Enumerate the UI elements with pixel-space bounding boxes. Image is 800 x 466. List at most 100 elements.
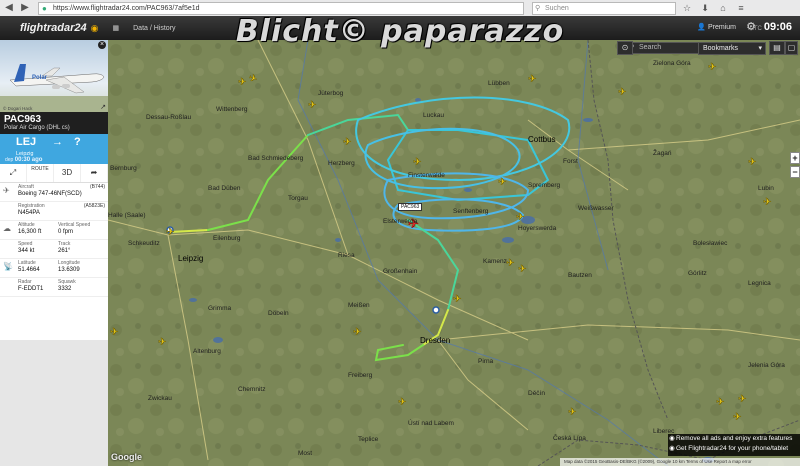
svg-text:✈: ✈	[516, 212, 524, 223]
close-icon[interactable]: ×	[98, 41, 106, 49]
radar-value: F-EDDT1	[18, 286, 44, 292]
svg-text:✈: ✈	[398, 397, 406, 408]
callsign-box: PAC963 Polar Air Cargo (DHL cs)	[0, 112, 108, 134]
forward-arrow-icon[interactable]: ▶	[18, 2, 32, 14]
utc-clock: UTC 09:06	[750, 21, 792, 33]
svg-text:✈: ✈	[238, 77, 246, 88]
radar-row: Radar F-EDDT1 Squawk 3332	[0, 278, 108, 297]
aircraft-row: ✈ Aircraft (B744) Boeing 747-46NF(SCD)	[0, 183, 108, 202]
city-label: Bad Schmiedeberg	[248, 155, 304, 162]
layers-icon[interactable]: ▤	[769, 41, 785, 55]
premium-label: Premium	[707, 24, 736, 31]
aircraft-photo[interactable]: Polar × © Dogari Hack ↗	[0, 40, 108, 112]
external-link-icon[interactable]: ↗	[100, 103, 106, 111]
city-label: Ústí nad Labem	[408, 420, 454, 427]
bookmarks-button[interactable]: Bookmarks ▾	[698, 42, 766, 55]
photo-credit: © Dogari Hack	[3, 106, 33, 111]
app-top-bar: flightradar24 ◉ ▦ Data / History 👤 Premi…	[0, 16, 800, 40]
zoom-in-button[interactable]: +	[790, 152, 800, 164]
promo-box[interactable]: ◉ Remove all ads and enjoy extra features…	[668, 434, 800, 456]
premium-link[interactable]: 👤 Premium	[697, 23, 736, 31]
google-logo: Google	[111, 452, 142, 462]
utc-label: UTC	[749, 26, 762, 32]
aircraft-photo-image: Polar	[0, 64, 108, 112]
fullscreen-icon[interactable]: ▢	[785, 41, 798, 55]
city-label: Forst	[563, 158, 578, 165]
squawk-value: 3332	[58, 286, 72, 292]
airline-name: Polar Air Cargo (DHL cs)	[4, 125, 70, 131]
svg-text:✈: ✈	[453, 294, 461, 305]
svg-text:✈: ✈	[518, 264, 526, 275]
home-icon[interactable]: ⌂	[716, 3, 730, 13]
longitude-label: Longitude	[58, 260, 80, 266]
route-arrow-icon: →	[52, 136, 63, 148]
aircraft-type: Boeing 747-46NF(SCD)	[18, 191, 82, 197]
registration-label: Registration	[18, 203, 45, 209]
flight-callsign-label[interactable]: PAC963	[398, 203, 423, 211]
share-icon[interactable]: ➦	[81, 164, 108, 182]
svg-text:✈: ✈	[763, 197, 771, 208]
city-label: Grimma	[208, 305, 232, 312]
city-label: Bernburg	[110, 165, 137, 172]
city-label: Jüterbog	[318, 90, 344, 97]
city-label: Finsterwalde	[408, 172, 445, 179]
filter-icon[interactable]: ⊙	[617, 41, 633, 55]
city-label: Meißen	[348, 302, 370, 309]
url-field[interactable]: ● https://www.flightradar24.com/PAC963/7…	[38, 1, 524, 15]
time-value: 00:30 ago	[14, 157, 43, 163]
svg-text:✈: ✈	[413, 157, 421, 168]
route-box: LEJ → ? Leipzig dep 00:30 ago	[0, 134, 108, 164]
route-button[interactable]: ROUTE	[27, 164, 54, 182]
city-label: Teplice	[358, 436, 379, 443]
svg-text:✈: ✈	[158, 337, 166, 348]
menu-layers[interactable]: ▦	[113, 24, 120, 32]
back-arrow-icon[interactable]: ◀	[2, 2, 16, 14]
city-label: Chemnitz	[238, 386, 266, 393]
svg-text:✈: ✈	[498, 177, 506, 188]
chevron-down-icon: ▾	[758, 45, 762, 52]
city-label: Altenburg	[193, 348, 221, 355]
panel-tools: ⤢ ROUTE 3D ➦	[0, 164, 108, 183]
city-label: Žagań	[653, 150, 672, 157]
promo-line-1[interactable]: ◉ Remove all ads and enjoy extra features	[668, 434, 800, 444]
download-icon[interactable]: ⬇	[698, 3, 712, 14]
radar-logo-icon: ◉	[90, 22, 99, 33]
track-label: Track	[58, 241, 71, 247]
origin-code[interactable]: LEJ	[16, 136, 36, 148]
promo-line-2[interactable]: ◉ Get Flightradar24 for your phone/tablet	[668, 444, 800, 454]
follow-flight-icon[interactable]: ⤢	[0, 164, 27, 182]
plane-icon: ✈	[3, 186, 10, 195]
browser-search-placeholder: Suchen	[545, 4, 569, 12]
browser-search-field[interactable]: ⚲ Suchen	[532, 1, 676, 15]
svg-text:✈: ✈	[506, 258, 514, 269]
speed-label: Speed	[18, 241, 33, 247]
3d-view-button[interactable]: 3D	[54, 164, 81, 182]
city-label: Děčín	[528, 390, 545, 397]
registration-row: Registration (A5823E) N454PA	[0, 202, 108, 221]
registration-code: (A5823E)	[83, 203, 105, 209]
bookmarks-label: Bookmarks	[703, 45, 739, 52]
url-text: https://www.flightradar24.com/PAC963/7af…	[53, 4, 200, 12]
radar-icon: 📡	[3, 262, 13, 271]
panel-empty-area	[0, 340, 108, 466]
map-view[interactable]: ✈ ✈ ✈ ✈ ✈ ✈ ✈ ✈ ✈ ✈ ✈ ✈ ✈ ✈ ✈ ✈ ✈ ✈ ✈ ✈ …	[108, 40, 800, 466]
city-label: Görlitz	[688, 270, 707, 277]
map-search-placeholder: Search	[639, 44, 662, 51]
zoom-out-button[interactable]: −	[790, 166, 800, 178]
map-search-input[interactable]: ⚲ Search	[626, 42, 700, 54]
remove-ads-icon: ◉	[669, 435, 675, 442]
city-label: Lubin	[758, 185, 774, 192]
menu-data-history[interactable]: Data / History	[133, 25, 175, 32]
city-label: Legnica	[748, 280, 771, 287]
menu-icon[interactable]: ≡	[734, 3, 748, 13]
city-label: Senftenberg	[453, 208, 489, 215]
star-icon[interactable]: ☆	[680, 3, 694, 14]
city-label: Halle (Saale)	[108, 212, 146, 219]
altitude-row: ☁ Altitude 16,300 ft Vertical Speed 0 fp…	[0, 221, 108, 240]
city-label: Freiberg	[348, 372, 373, 379]
aircraft-code: (B744)	[89, 184, 105, 190]
city-label: Herzberg	[328, 160, 355, 167]
svg-text:✈: ✈	[353, 327, 361, 338]
app-logo[interactable]: flightradar24	[20, 22, 87, 34]
city-label: Bad Düben	[208, 185, 241, 192]
